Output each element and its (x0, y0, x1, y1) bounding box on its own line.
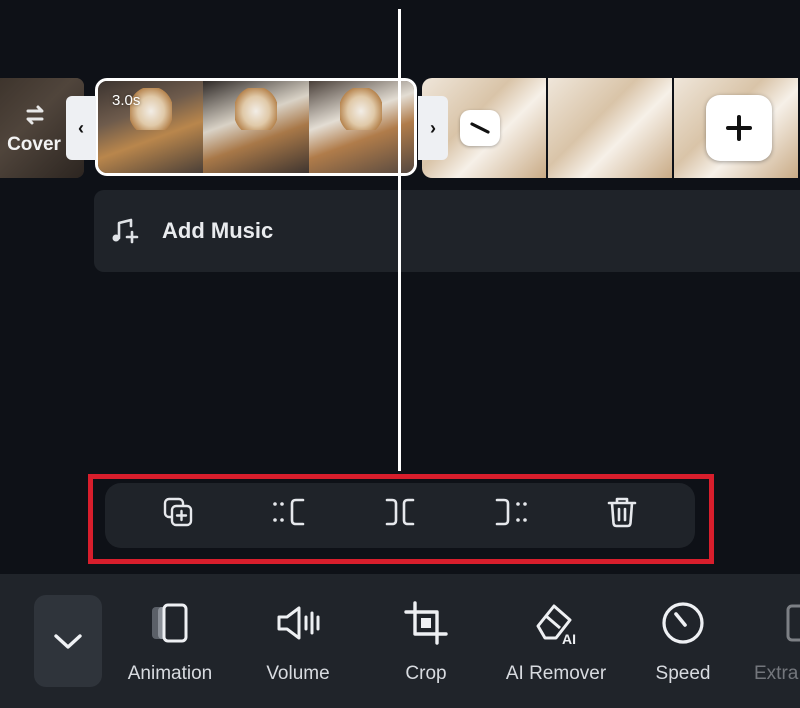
trim-handle-left[interactable]: ‹ (66, 96, 96, 160)
selected-video-clip[interactable] (95, 78, 417, 176)
extra-icon (786, 604, 800, 642)
crop-tool[interactable]: Crop (366, 597, 486, 685)
crop-label: Crop (405, 663, 447, 684)
trim-handle-right[interactable]: › (418, 96, 448, 160)
clip-frame (203, 81, 309, 173)
animation-tool[interactable]: Animation (110, 597, 230, 685)
volume-tool[interactable]: Volume (238, 597, 358, 685)
trim-right-glyph: › (430, 117, 436, 138)
plus-icon (726, 115, 752, 141)
animation-icon (152, 603, 188, 643)
music-add-icon (112, 218, 139, 244)
delete-icon (607, 497, 637, 528)
ai-remover-label: AI Remover (505, 663, 607, 684)
duplicate-icon (163, 497, 193, 527)
crop-icon (404, 601, 448, 645)
cover-label[interactable]: Cover (0, 134, 68, 156)
playhead[interactable] (398, 9, 401, 471)
extra-tool[interactable]: Extra (740, 597, 800, 685)
ai-remover-tool[interactable]: AI AI Remover (496, 597, 616, 685)
svg-text:AI: AI (562, 631, 576, 646)
volume-icon (277, 606, 320, 640)
extra-label: Extra (754, 663, 799, 684)
ai-eraser-icon: AI (536, 604, 576, 646)
split-left-button[interactable] (268, 491, 310, 533)
add-music-track[interactable]: Add Music (94, 190, 800, 272)
split-icon (385, 498, 415, 526)
animation-label: Animation (127, 663, 213, 684)
swap-icon (26, 105, 44, 125)
split-left-icon (273, 498, 305, 526)
split-right-icon (495, 498, 527, 526)
speed-label: Speed (655, 663, 711, 684)
add-music-label: Add Music (162, 218, 274, 243)
chevron-down-icon (54, 634, 82, 649)
trim-left-glyph: ‹ (78, 117, 84, 138)
duplicate-button[interactable] (157, 491, 199, 533)
add-clip-button[interactable] (706, 95, 772, 161)
volume-label: Volume (266, 663, 330, 684)
transition-icon (470, 122, 490, 134)
transition-button[interactable] (460, 110, 500, 146)
speed-tool[interactable]: Speed (623, 597, 743, 685)
split-button[interactable] (379, 491, 421, 533)
speed-icon (662, 602, 704, 644)
split-right-button[interactable] (490, 491, 532, 533)
collapse-button[interactable] (34, 595, 102, 687)
clip-duration: 3.0s (112, 92, 141, 109)
delete-button[interactable] (601, 491, 643, 533)
clip-frame (548, 78, 672, 178)
